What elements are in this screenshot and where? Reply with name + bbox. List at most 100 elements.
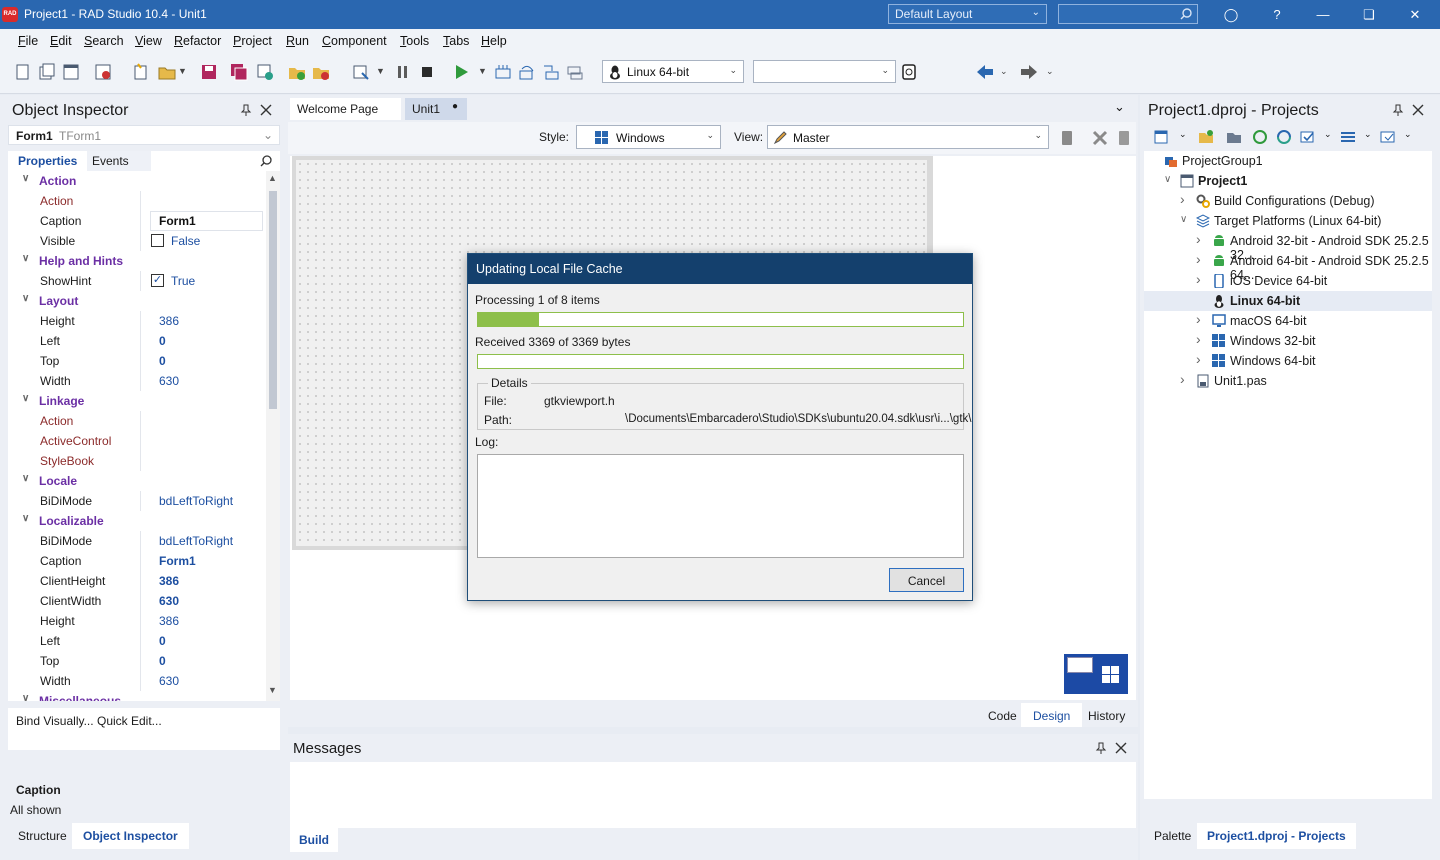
property-value[interactable]: bdLeftToRight [159,534,233,548]
property-row[interactable]: BiDiMode bdLeftToRight [8,491,273,511]
chevron-down-icon[interactable]: ⌄ [1364,129,1372,140]
chevron-down-icon[interactable]: ▼ [376,66,385,76]
build-all-icon[interactable] [1340,129,1356,145]
close-icon[interactable] [1115,742,1127,754]
stop-icon[interactable] [418,63,436,81]
property-row[interactable]: ShowHint ✓ True [8,271,273,291]
property-value[interactable]: 386 [159,574,179,588]
ide-search-input[interactable] [1058,4,1198,24]
chevron-down-icon[interactable]: ∨ [22,473,29,484]
deploy-icon[interactable] [1380,129,1396,145]
chevron-down-icon[interactable]: ▼ [178,66,187,76]
property-value[interactable]: bdLeftToRight [159,494,233,508]
expand-right-icon[interactable]: › [1196,331,1201,347]
checkbox-unchecked[interactable] [151,234,164,247]
property-value[interactable]: 630 [159,674,179,688]
menu-item-search[interactable]: Search [84,34,124,48]
tab-events[interactable]: Events [92,154,129,168]
layout-combo[interactable]: Default Layout ⌄ [888,4,1047,24]
tab-build[interactable]: Build [290,828,338,852]
chevron-down-icon[interactable]: ⌄ [1000,66,1008,77]
property-value[interactable]: False [171,234,200,248]
property-value[interactable]: 0 [159,634,166,648]
tree-item[interactable]: › Android 64-bit - Android SDK 25.2.5 64.… [1144,251,1432,282]
scrollbar-thumb[interactable] [269,191,277,409]
property-row[interactable]: Caption Form1 [8,211,273,231]
property-row[interactable]: Left 0 [8,631,273,651]
property-category[interactable]: ∨ Action [8,171,273,191]
sync-icon[interactable] [1276,129,1292,145]
add-to-repo-icon[interactable] [94,63,112,81]
target-platform-combo[interactable]: Linux 64-bit ⌄ [602,60,744,83]
property-category[interactable]: ∨ Help and Hints [8,251,273,271]
chevron-down-icon[interactable]: ∨ [22,253,29,264]
checkbox-checked[interactable]: ✓ [151,274,164,287]
tree-item[interactable]: › Android 32-bit - Android SDK 25.2.5 32.… [1144,231,1432,262]
expand-down-icon[interactable]: ∨ [1164,174,1171,185]
tab-unit1[interactable]: Unit1 ● [405,98,467,120]
property-value[interactable]: 0 [159,334,166,348]
close-button[interactable]: ✕ [1392,0,1438,29]
property-value[interactable]: 630 [159,374,179,388]
tab-object-inspector[interactable]: Object Inspector [72,823,189,849]
chevron-down-icon[interactable]: ⌄ [1324,129,1332,140]
tree-item[interactable]: › Build Configurations (Debug) [1144,191,1432,211]
chevron-down-icon[interactable]: ⌄ [1114,99,1125,115]
device-manager-icon[interactable] [900,63,918,81]
property-value[interactable]: True [171,274,195,288]
property-row[interactable]: Caption Form1 [8,551,273,571]
property-row[interactable]: StyleBook [8,451,273,471]
tree-item[interactable]: ProjectGroup1 [1144,151,1432,171]
add-project-icon[interactable] [1198,129,1214,145]
chevron-down-icon[interactable]: ⌄ [1404,129,1412,140]
trace-into-icon[interactable] [542,63,560,81]
menu-item-view[interactable]: View [135,34,162,48]
add-file-icon[interactable] [288,63,306,81]
pin-icon[interactable] [240,104,252,116]
save-project-icon[interactable] [256,63,274,81]
component-selector[interactable]: Form1 TForm1 ⌄ [8,125,280,145]
cancel-button[interactable]: Cancel [889,568,964,592]
property-value[interactable]: 0 [159,654,166,668]
forward-icon[interactable] [1020,63,1038,81]
quick-edit-link[interactable]: Quick Edit... [97,714,162,728]
new-file-icon[interactable] [132,63,150,81]
property-value[interactable]: Form1 [159,554,196,568]
build-config-combo[interactable]: ⌄ [753,60,896,83]
tree-item[interactable]: › iOS Device 64-bit [1144,271,1432,291]
property-category[interactable]: ∨ Localizable [8,511,273,531]
property-row[interactable]: Top 0 [8,351,273,371]
new-project-icon[interactable] [1154,129,1170,145]
chevron-down-icon[interactable]: ⌄ [1179,129,1187,140]
scroll-up-icon[interactable]: ▲ [268,173,277,183]
property-value[interactable]: Form1 [159,214,196,228]
chevron-down-icon[interactable]: ∨ [22,293,29,304]
property-row[interactable]: Action [8,191,273,211]
expand-down-icon[interactable]: ∨ [1180,214,1187,225]
property-category[interactable]: ∨ Locale [8,471,273,491]
tab-properties[interactable]: Properties [8,151,88,171]
new-icon[interactable] [14,63,32,81]
menu-item-run[interactable]: Run [286,34,309,48]
property-value[interactable]: 386 [159,614,179,628]
open-icon[interactable] [158,63,176,81]
tree-item[interactable]: › macOS 64-bit [1144,311,1432,331]
menu-item-tools[interactable]: Tools [400,34,429,48]
tab-structure[interactable]: Structure [18,829,67,843]
toggle-form-unit-icon[interactable] [352,63,370,81]
scroll-down-icon[interactable]: ▼ [268,685,277,695]
tab-design[interactable]: Design [1021,703,1083,727]
expand-right-icon[interactable]: › [1196,351,1201,367]
property-row[interactable]: BiDiMode bdLeftToRight [8,531,273,551]
menu-item-project[interactable]: Project [233,34,272,48]
tree-item[interactable]: › Unit1.pas [1144,371,1432,391]
new-items-icon[interactable] [38,63,56,81]
help-icon[interactable]: ? [1254,0,1300,29]
property-row[interactable]: Height 386 [8,611,273,631]
save-icon[interactable] [200,63,218,81]
help-insight-icon[interactable]: ◯ [1208,0,1254,29]
tools-icon[interactable] [1092,130,1108,146]
tab-projects[interactable]: Project1.dproj - Projects [1197,823,1356,849]
device-icon[interactable] [1060,130,1074,146]
tree-item[interactable]: ∨ Target Platforms (Linux 64-bit) [1144,211,1432,231]
